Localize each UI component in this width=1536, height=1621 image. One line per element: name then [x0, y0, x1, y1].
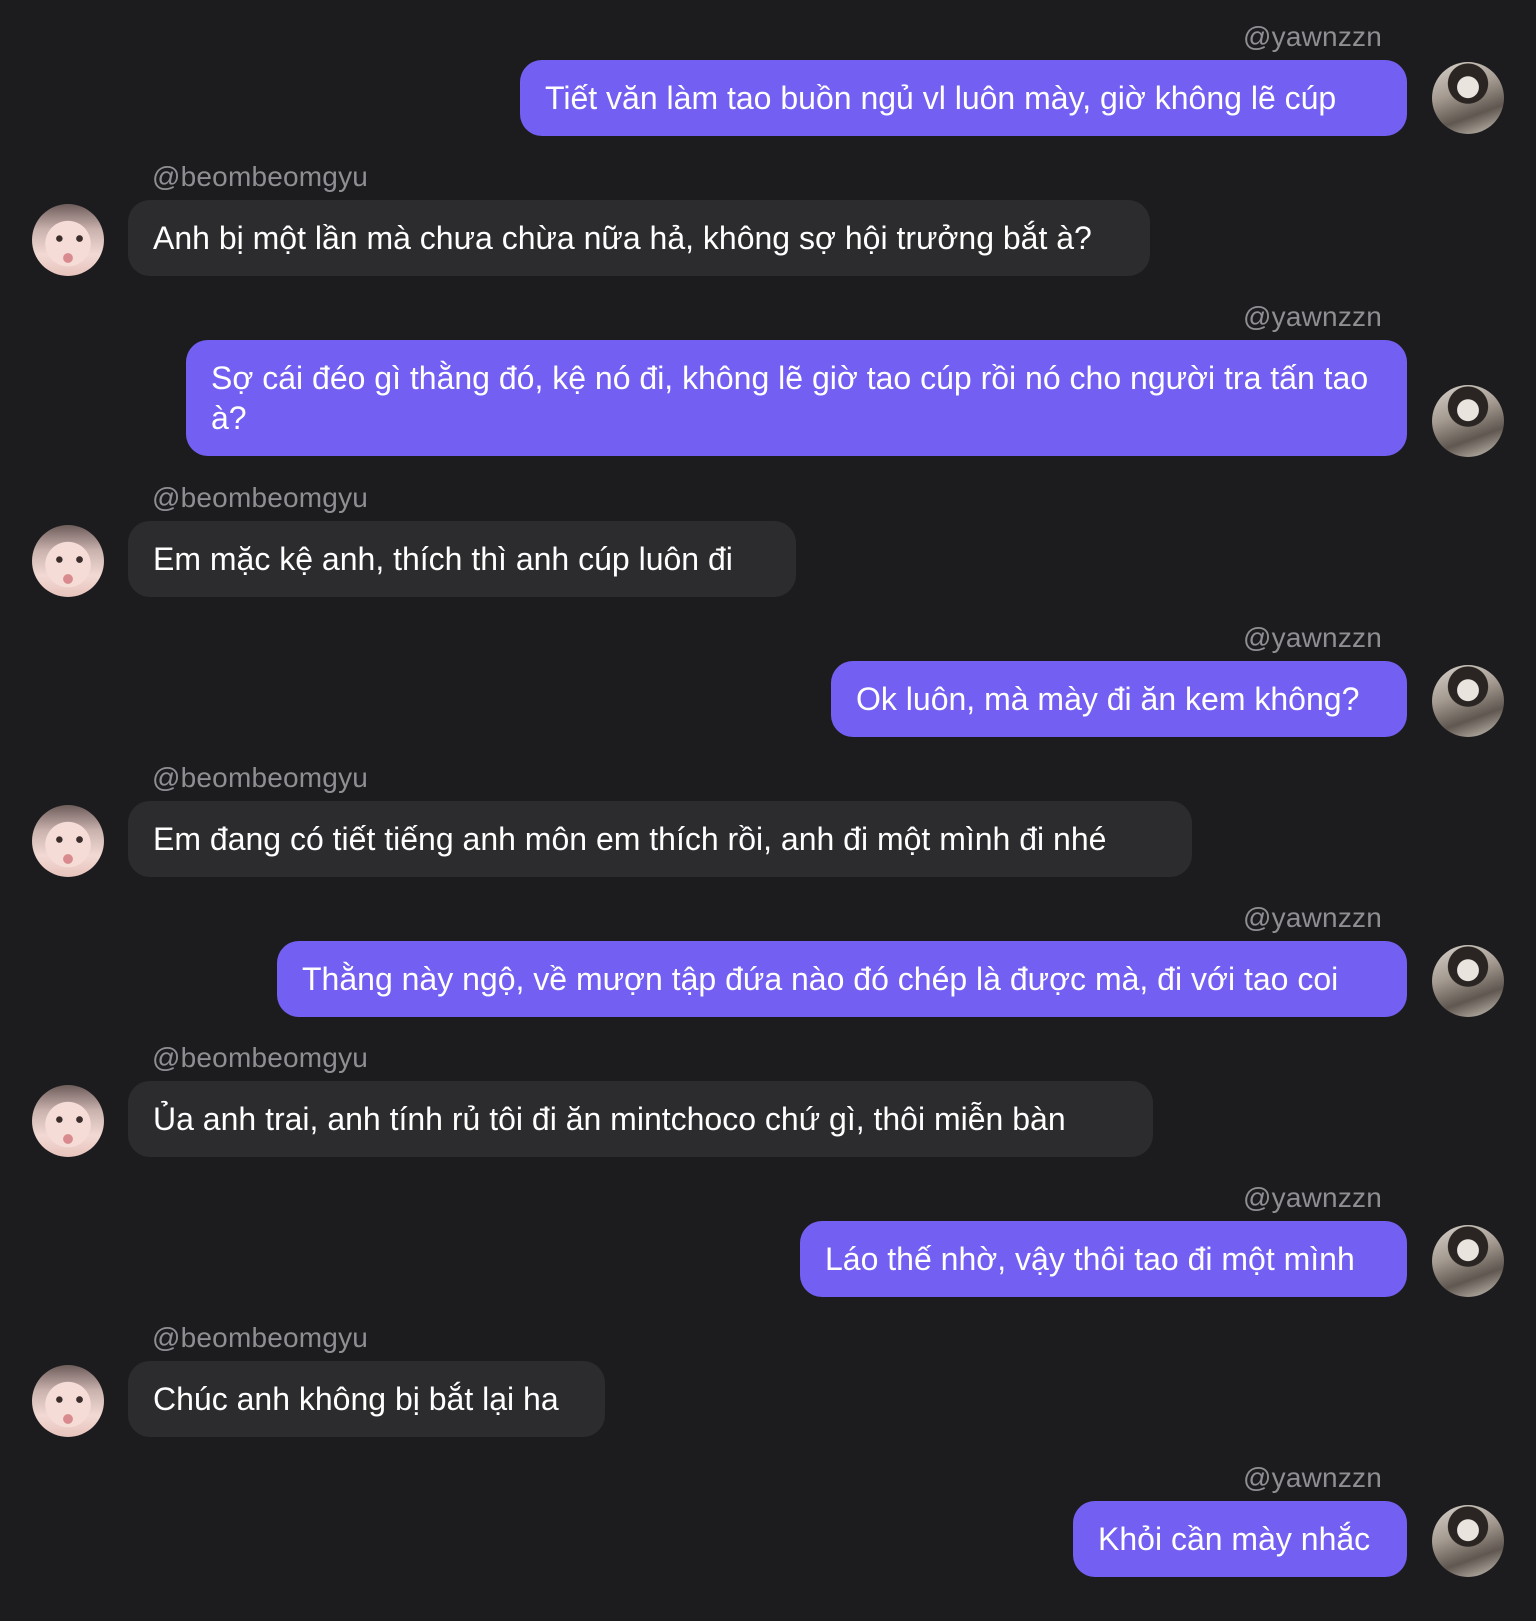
- sender-username: @yawnzzn: [1243, 1182, 1382, 1213]
- sender-username: @beombeomgyu: [152, 762, 369, 793]
- message-bubble-sent[interactable]: Láo thế nhờ, vậy thôi tao đi một mình: [800, 1221, 1407, 1297]
- contact-avatar-icon[interactable]: [32, 1365, 104, 1437]
- sender-username: @yawnzzn: [1243, 21, 1382, 52]
- user-avatar-icon[interactable]: [1432, 385, 1504, 457]
- sender-username: @beombeomgyu: [152, 1322, 369, 1353]
- message-bubble-received[interactable]: Chúc anh không bị bắt lại ha: [128, 1361, 605, 1437]
- message-bubble-sent[interactable]: Ok luôn, mà mày đi ăn kem không?: [831, 661, 1407, 737]
- message-bubble-sent[interactable]: Sợ cái đéo gì thằng đó, kệ nó đi, không …: [186, 340, 1407, 456]
- sender-username: @yawnzzn: [1243, 1462, 1382, 1493]
- sender-username: @beombeomgyu: [152, 482, 369, 513]
- message-bubble-received[interactable]: Em đang có tiết tiếng anh môn em thích r…: [128, 801, 1192, 877]
- message-bubble-sent[interactable]: Tiết văn làm tao buồn ngủ vl luôn mày, g…: [520, 60, 1407, 136]
- sender-username: @beombeomgyu: [152, 161, 369, 192]
- chat-thread: @yawnzzn Tiết văn làm tao buồn ngủ vl lu…: [0, 0, 1536, 1621]
- contact-avatar-icon[interactable]: [32, 805, 104, 877]
- message-bubble-received[interactable]: Ủa anh trai, anh tính rủ tôi đi ăn mintc…: [128, 1081, 1153, 1157]
- contact-avatar-icon[interactable]: [32, 1085, 104, 1157]
- message-bubble-sent[interactable]: Thằng này ngộ, về mượn tập đứa nào đó ch…: [277, 941, 1407, 1017]
- message-bubble-received[interactable]: Em mặc kệ anh, thích thì anh cúp luôn đi: [128, 521, 796, 597]
- contact-avatar-icon[interactable]: [32, 204, 104, 276]
- sender-username: @yawnzzn: [1243, 902, 1382, 933]
- user-avatar-icon[interactable]: [1432, 1225, 1504, 1297]
- user-avatar-icon[interactable]: [1432, 665, 1504, 737]
- user-avatar-icon[interactable]: [1432, 1505, 1504, 1577]
- user-avatar-icon[interactable]: [1432, 945, 1504, 1017]
- sender-username: @yawnzzn: [1243, 622, 1382, 653]
- message-bubble-sent[interactable]: Khỏi cần mày nhắc: [1073, 1501, 1407, 1577]
- contact-avatar-icon[interactable]: [32, 525, 104, 597]
- message-bubble-received[interactable]: Anh bị một lần mà chưa chừa nữa hả, khôn…: [128, 200, 1150, 276]
- user-avatar-icon[interactable]: [1432, 62, 1504, 134]
- sender-username: @beombeomgyu: [152, 1042, 369, 1073]
- sender-username: @yawnzzn: [1243, 301, 1382, 332]
